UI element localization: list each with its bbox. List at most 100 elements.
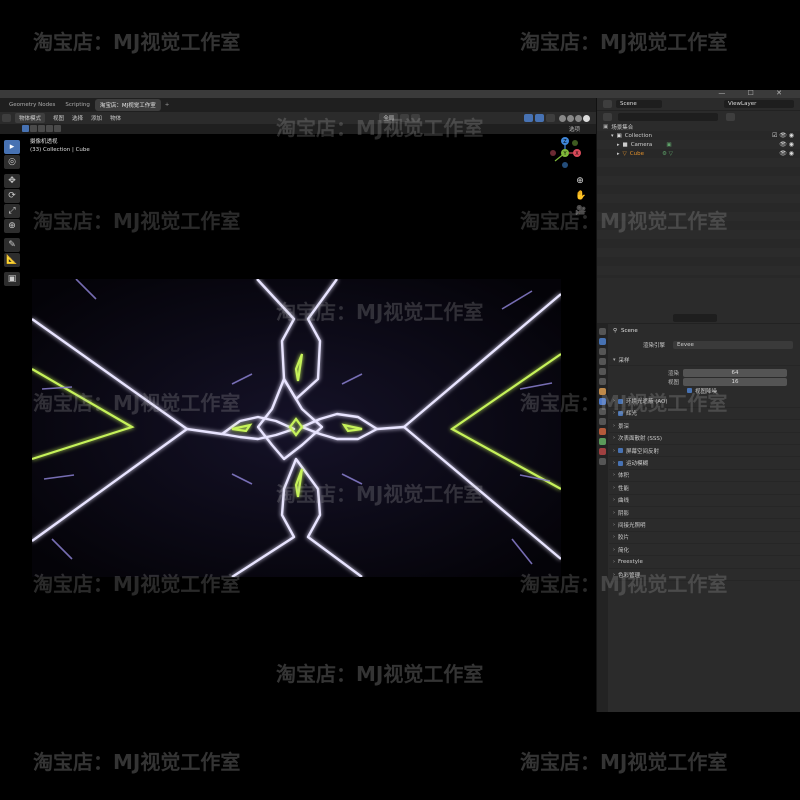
proportional-edit-icon[interactable] (411, 114, 421, 122)
tab-scripting[interactable]: Scripting (60, 100, 94, 110)
render-samples-input[interactable]: 64 (683, 368, 787, 377)
material-tab-icon[interactable] (599, 448, 606, 455)
visibility-icon[interactable]: 👁 ◉ (779, 141, 794, 148)
options-dropdown[interactable]: 选项 (569, 125, 580, 133)
object-tab-icon[interactable] (599, 388, 606, 395)
render-tab-icon[interactable] (599, 338, 606, 345)
panel-10[interactable]: › 间接光照明 (609, 519, 800, 532)
outliner-item-camera[interactable]: ▸ ■ Camera ▣ 👁 ◉ (597, 140, 800, 149)
navigation-gizmo[interactable]: X Z Y (547, 135, 583, 171)
constraints-tab-icon[interactable] (599, 428, 606, 435)
scene-collection-row[interactable]: ▣ 场景集合 (597, 122, 800, 131)
expand-arrow-icon[interactable]: ▾ (611, 133, 614, 139)
particles-tab-icon[interactable] (599, 408, 606, 415)
select-subtract-icon[interactable] (38, 125, 45, 132)
panel-enable-checkbox[interactable] (618, 448, 623, 454)
view-layer-selector[interactable]: ViewLayer (724, 100, 794, 108)
expand-arrow-icon[interactable]: ▸ (617, 142, 620, 148)
panel-14[interactable]: › 色彩管理 (609, 569, 800, 582)
window-controls[interactable]: — ☐ ✕ (718, 89, 792, 97)
visibility-icon[interactable]: 👁 ◉ (779, 150, 794, 157)
add-cube-tool-icon[interactable]: ▣ (4, 272, 20, 286)
world-tab-icon[interactable] (599, 378, 606, 385)
tab-active-workspace[interactable]: 淘宝店：MJ视觉工作室 (94, 99, 161, 111)
panel-5[interactable]: › 运动模糊 (609, 457, 800, 470)
gizmo-toggle-icon[interactable] (524, 114, 533, 122)
measure-tool-icon[interactable]: 📐 (4, 253, 20, 267)
annotate-tool-icon[interactable]: ✎ (4, 238, 20, 252)
wireframe-shading-icon[interactable] (559, 114, 566, 122)
camera-view-icon[interactable]: 🎥 (575, 206, 586, 216)
outliner-item-cube[interactable]: ▸ ▽ Cube ⚙ ▽ 👁 ◉ (597, 149, 800, 158)
render-engine-select[interactable]: Eevee (673, 341, 793, 349)
scene-selector[interactable]: Scene (616, 100, 662, 108)
menu-view[interactable]: 视图 (53, 114, 64, 122)
zoom-icon[interactable]: ⊕ (575, 176, 585, 186)
neg-x-axis-icon[interactable] (550, 150, 556, 156)
panel-sampling[interactable]: ▾ 采样 (609, 354, 800, 367)
panel-3[interactable]: › 次表面散射 (SSS) (609, 433, 800, 445)
texture-tab-icon[interactable] (599, 458, 606, 465)
transform-tool-icon[interactable]: ⊕ (4, 219, 20, 233)
properties-search-input[interactable] (673, 313, 717, 322)
tool-tab-icon[interactable] (599, 328, 606, 335)
panel-enable-checkbox[interactable] (618, 398, 623, 404)
menu-object[interactable]: 物体 (110, 114, 121, 122)
panel-4[interactable]: › 屏幕空间反射 (609, 445, 800, 458)
xray-toggle-icon[interactable] (546, 114, 555, 122)
panel-11[interactable]: › 胶片 (609, 532, 800, 545)
outliner-editor-icon[interactable] (603, 100, 612, 108)
viewport-denoise-row[interactable]: 视图降噪 (609, 386, 800, 395)
menu-select[interactable]: 选择 (72, 114, 83, 122)
panel-0[interactable]: › 环境光遮蔽 (AO) (609, 395, 800, 408)
panel-1[interactable]: › 辉光 (609, 408, 800, 421)
material-shading-icon[interactable] (575, 114, 582, 122)
menu-add[interactable]: 添加 (91, 114, 102, 122)
physics-tab-icon[interactable] (599, 418, 606, 425)
panel-7[interactable]: › 性能 (609, 482, 800, 495)
tab-geometry-nodes[interactable]: Geometry Nodes (4, 100, 60, 110)
scale-tool-icon[interactable]: ⤢ (4, 204, 20, 218)
neg-y-axis-icon[interactable] (572, 140, 578, 146)
select-box-tool-icon[interactable]: ▸ (4, 140, 20, 154)
panel-8[interactable]: › 曲线 (609, 495, 800, 507)
add-workspace-button[interactable]: + (161, 102, 174, 108)
select-intersect-icon[interactable] (54, 125, 61, 132)
denoise-checkbox[interactable] (687, 388, 692, 394)
viewport-samples-input[interactable]: 16 (683, 377, 787, 386)
panel-9[interactable]: › 阴影 (609, 507, 800, 520)
mode-select[interactable]: 物体模式 (15, 113, 46, 123)
scene-tab-icon[interactable] (599, 368, 606, 375)
modifier-tab-icon[interactable] (599, 398, 606, 405)
move-tool-icon[interactable]: ✥ (4, 174, 20, 188)
3d-viewport[interactable]: ▸ ◎ ✥ ⟳ ⤢ ⊕ ✎ 📐 ▣ 摄像机透视 (33) Collection … (0, 134, 596, 712)
cursor-tool-icon[interactable]: ◎ (4, 155, 20, 169)
panel-13[interactable]: › Freestyle (609, 556, 800, 569)
neg-z-axis-icon[interactable] (562, 162, 568, 168)
select-mode-icon[interactable] (22, 125, 29, 132)
transform-orientation-select[interactable]: 全局 (379, 113, 399, 123)
filter-icon[interactable] (726, 112, 735, 121)
select-extend-icon[interactable] (30, 125, 37, 132)
outliner-search-input[interactable] (618, 112, 718, 121)
data-tab-icon[interactable] (599, 438, 606, 445)
pan-hand-icon[interactable]: ✋ (575, 191, 586, 201)
rendered-shading-icon[interactable] (583, 114, 590, 122)
panel-enable-checkbox[interactable] (618, 460, 623, 466)
panel-12[interactable]: › 简化 (609, 544, 800, 557)
visibility-icon[interactable]: ☑ 👁 ◉ (772, 132, 794, 139)
select-invert-icon[interactable] (46, 125, 53, 132)
display-mode-icon[interactable] (603, 112, 612, 121)
output-tab-icon[interactable] (599, 348, 606, 355)
snap-icon[interactable] (400, 114, 410, 122)
panel-6[interactable]: › 体积 (609, 470, 800, 483)
outliner-item-collection[interactable]: ▾ ▣ Collection ☑ 👁 ◉ (597, 131, 800, 140)
expand-arrow-icon[interactable]: ▸ (617, 151, 620, 157)
editor-type-icon[interactable] (2, 114, 11, 122)
overlay-toggle-icon[interactable] (535, 114, 544, 122)
panel-2[interactable]: › 景深 (609, 420, 800, 433)
view-layer-tab-icon[interactable] (599, 358, 606, 365)
rotate-tool-icon[interactable]: ⟳ (4, 189, 20, 203)
panel-enable-checkbox[interactable] (618, 410, 623, 416)
solid-shading-icon[interactable] (567, 114, 574, 122)
